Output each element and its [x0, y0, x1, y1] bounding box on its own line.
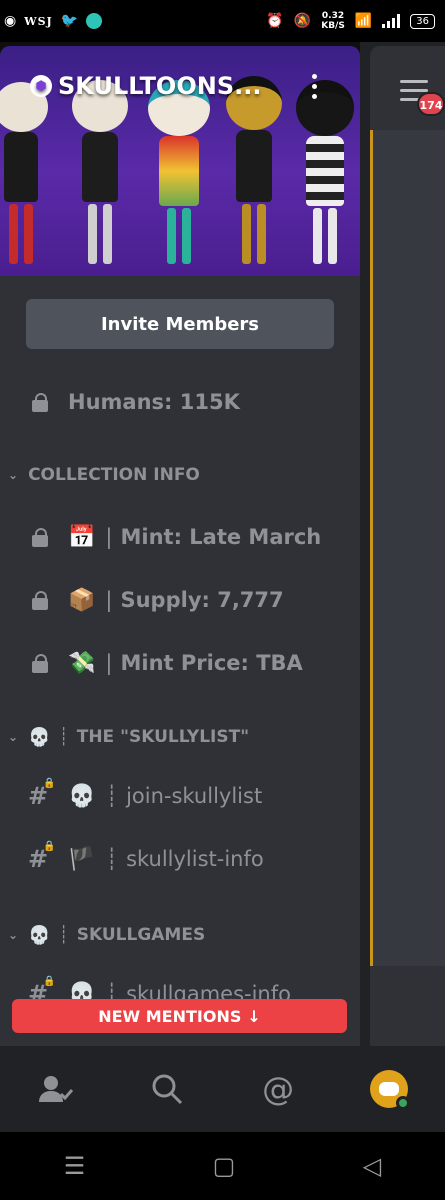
- category-collection-info[interactable]: ⌄ COLLECTION INFO: [0, 460, 360, 490]
- peek-input-area: [370, 966, 445, 1046]
- sync-icon: ◉: [4, 13, 17, 29]
- skull-icon: 💀: [28, 726, 51, 748]
- lock-icon: [32, 528, 50, 547]
- channel-label: Supply: 7,777: [120, 588, 284, 612]
- locked-text-channel-icon: # 🔒: [28, 778, 56, 810]
- server-name: SKULLTOONS...: [58, 72, 262, 100]
- bottom-tab-bar: @: [0, 1046, 445, 1132]
- speed-unit: KB/S: [321, 21, 345, 31]
- new-mentions-button[interactable]: NEW MENTIONS ↓: [12, 999, 347, 1033]
- invite-members-button[interactable]: Invite Members: [26, 299, 334, 349]
- more-options-icon[interactable]: [312, 74, 317, 104]
- alarm-icon: ⏰: [266, 13, 284, 29]
- status-bar: ◉ WSJ 🐦 ⏰ 🔕 0.32 KB/S 📶 36: [0, 0, 445, 42]
- channel-supply[interactable]: 📦 | Supply: 7,777: [0, 580, 360, 620]
- back-icon[interactable]: ◁: [363, 1152, 381, 1180]
- divider: ┊: [58, 727, 69, 747]
- calendar-icon: 📅: [68, 524, 96, 550]
- channel-label: skullylist-info: [126, 847, 264, 871]
- server-boost-icon: ⬢: [30, 75, 52, 97]
- channel-mint-date[interactable]: 📅 | Mint: Late March: [0, 517, 360, 557]
- divider: |: [105, 651, 113, 675]
- channel-join-skullylist[interactable]: # 🔒 💀 ┊ join-skullylist: [0, 776, 360, 816]
- lock-icon: [32, 393, 50, 412]
- network-speed: 0.32 KB/S: [321, 11, 345, 31]
- battery-icon: 36: [410, 13, 435, 29]
- chevron-down-icon: ⌄: [8, 730, 19, 744]
- home-icon[interactable]: ▢: [213, 1152, 236, 1180]
- new-mentions-label: NEW MENTIONS: [98, 1006, 242, 1026]
- server-title[interactable]: ⬢ SKULLTOONS...: [30, 72, 261, 100]
- channel-label: join-skullylist: [126, 784, 263, 808]
- system-navigation-bar: ☰ ▢ ◁: [0, 1132, 445, 1200]
- category-label: THE "SKULLYLIST": [76, 727, 250, 747]
- recents-menu-icon[interactable]: ☰: [64, 1152, 86, 1180]
- lock-icon: [32, 654, 50, 673]
- channel-skullylist-info[interactable]: # 🔒 🏴 ┊ skullylist-info: [0, 839, 360, 879]
- category-label: SKULLGAMES: [76, 925, 206, 945]
- peek-chat-area[interactable]: [370, 130, 445, 966]
- channel-label: Mint Price: TBA: [120, 651, 303, 675]
- mentions-icon[interactable]: @: [248, 1059, 308, 1119]
- wsj-notification-icon: WSJ: [24, 14, 53, 28]
- speed-value: 0.32: [321, 11, 345, 21]
- chevron-down-icon: ⌄: [8, 928, 19, 942]
- twitter-icon: 🐦: [60, 13, 79, 29]
- divider: |: [105, 588, 113, 612]
- black-flag-icon: 🏴: [68, 846, 96, 872]
- channel-label: Mint: Late March: [120, 525, 322, 549]
- locked-text-channel-icon: # 🔒: [28, 841, 56, 873]
- category-skullylist[interactable]: ⌄ 💀 ┊ THE "SKULLYLIST": [0, 722, 360, 752]
- divider: |: [105, 525, 113, 549]
- banner-figure: [296, 80, 354, 264]
- banner-figure: [72, 80, 128, 264]
- chevron-down-icon: ⌄: [8, 468, 19, 482]
- wifi-icon: 📶: [354, 13, 373, 29]
- profile-avatar: [370, 1070, 411, 1110]
- banner-figure: [148, 80, 210, 264]
- category-skullgames[interactable]: ⌄ 💀 ┊ SKULLGAMES: [0, 920, 360, 950]
- skull-icon: 💀: [68, 783, 96, 809]
- notification-badge: 174: [417, 92, 445, 116]
- search-icon[interactable]: [137, 1059, 197, 1119]
- channel-label: Humans: 115K: [68, 390, 240, 414]
- online-status-icon: [396, 1096, 411, 1110]
- channel-humans[interactable]: Humans: 115K: [0, 382, 360, 422]
- message-app-icon: [86, 13, 103, 29]
- divider: ┊: [58, 925, 69, 945]
- banner-figure: [226, 76, 282, 264]
- skull-icon: 💀: [28, 924, 51, 946]
- channel-drawer: ⬢ SKULLTOONS... Invite Members Humans: 1…: [0, 46, 360, 1046]
- divider: ┊: [105, 784, 119, 808]
- package-icon: 📦: [68, 587, 96, 613]
- mute-icon: 🔕: [293, 13, 312, 29]
- signal-icon: [382, 14, 401, 28]
- server-banner[interactable]: ⬢ SKULLTOONS...: [0, 46, 360, 276]
- divider: ┊: [105, 847, 119, 871]
- profile-tab[interactable]: [359, 1059, 419, 1119]
- money-with-wings-icon: 💸: [68, 650, 96, 676]
- arrow-down-icon: ↓: [247, 1006, 261, 1026]
- channel-mint-price[interactable]: 💸 | Mint Price: TBA: [0, 643, 360, 683]
- category-label: COLLECTION INFO: [28, 465, 200, 485]
- banner-figure: [0, 82, 48, 264]
- lock-icon: [32, 591, 50, 610]
- friends-icon[interactable]: [26, 1059, 86, 1119]
